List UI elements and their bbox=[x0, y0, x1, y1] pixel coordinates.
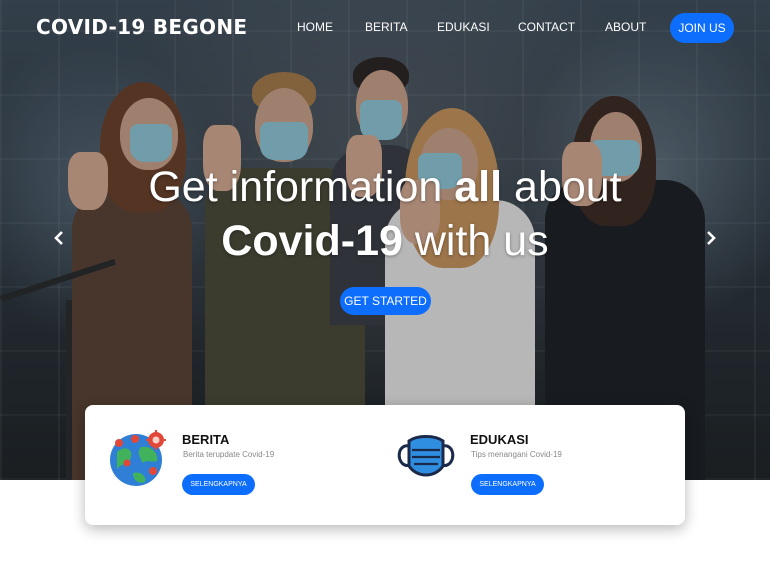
main-nav: HOME BERITA EDUKASI CONTACT ABOUT bbox=[0, 20, 770, 40]
hero-text: with us bbox=[402, 217, 549, 265]
globe-virus-icon bbox=[107, 427, 167, 487]
hero-text: Get information bbox=[148, 163, 455, 211]
services-card: BERITA Berita terupdate Covid-19 SELENGK… bbox=[85, 405, 685, 525]
service-title-edukasi: EDUKASI bbox=[470, 432, 529, 447]
face-mask-icon bbox=[395, 432, 457, 482]
nav-contact[interactable]: CONTACT bbox=[518, 20, 575, 34]
nav-about[interactable]: ABOUT bbox=[605, 20, 646, 34]
nav-edukasi[interactable]: EDUKASI bbox=[437, 20, 490, 34]
hero-heading-line-1: Get information all about bbox=[0, 160, 770, 214]
get-started-button[interactable]: GET STARTED bbox=[340, 287, 431, 315]
service-title-berita: BERITA bbox=[182, 432, 230, 447]
nav-berita[interactable]: BERITA bbox=[365, 20, 407, 34]
nav-home[interactable]: HOME bbox=[297, 20, 333, 34]
hero-heading: Get information all about Covid-19 with … bbox=[0, 160, 770, 268]
hero-text-bold: Covid-19 bbox=[221, 217, 403, 265]
hero-text: about bbox=[502, 163, 622, 211]
join-us-button[interactable]: JOIN US bbox=[670, 13, 734, 43]
service-desc-edukasi: Tips menangani Covid-19 bbox=[471, 450, 562, 459]
service-desc-berita: Berita terupdate Covid-19 bbox=[183, 450, 275, 459]
berita-selengkapnya-button[interactable]: SELENGKAPNYA bbox=[182, 474, 255, 495]
edukasi-selengkapnya-button[interactable]: SELENGKAPNYA bbox=[471, 474, 544, 495]
hero-heading-line-2: Covid-19 with us bbox=[0, 214, 770, 268]
hero-text-bold: all bbox=[454, 163, 503, 211]
